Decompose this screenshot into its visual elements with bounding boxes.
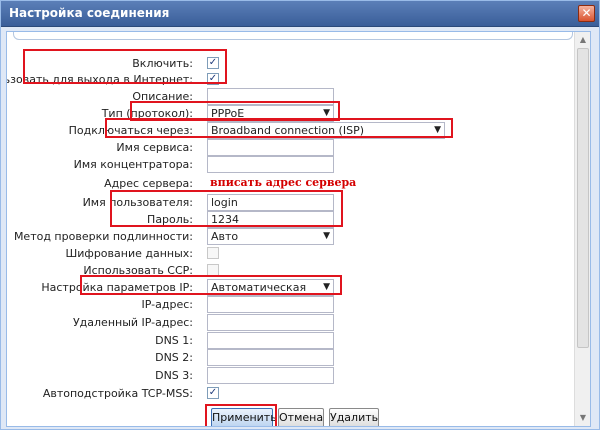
- close-icon[interactable]: ✕: [578, 5, 595, 22]
- tcpmss-checkbox[interactable]: ✓: [207, 387, 219, 399]
- auth-select[interactable]: Авто ▼: [207, 228, 334, 245]
- tcpmss-row: Автоподстройка TCP-MSS: ✓: [7, 385, 577, 403]
- ccp-label: Использовать CCP:: [83, 264, 193, 277]
- encryption-row: Шифрование данных:: [7, 245, 577, 263]
- auth-row: Метод проверки подлинности: Авто ▼: [7, 228, 577, 246]
- auth-label: Метод проверки подлинности:: [13, 230, 193, 243]
- dns3-label: DNS 3:: [155, 369, 193, 382]
- ip-row: IP-адрес:: [7, 296, 577, 314]
- internet-label: Использовать для выхода в Интернет:: [7, 73, 193, 86]
- chevron-down-icon[interactable]: ▼: [434, 124, 441, 137]
- ip-input[interactable]: [207, 296, 334, 313]
- connect-via-row: Подключаться через: Broadband connection…: [7, 122, 577, 140]
- description-row: Описание:: [7, 88, 577, 106]
- enable-checkbox[interactable]: ✓: [207, 57, 219, 69]
- connect-via-value: Broadband connection (ISP): [211, 124, 365, 137]
- dns1-row: DNS 1:: [7, 332, 577, 350]
- scroll-down-icon[interactable]: ▼: [577, 412, 589, 424]
- ip-label: IP-адрес:: [141, 298, 193, 311]
- encryption-checkbox[interactable]: [207, 247, 219, 259]
- form-panel: ▲ ▼ Включить: ✓ Использовать для выхода …: [6, 31, 591, 427]
- dns1-label: DNS 1:: [155, 334, 193, 347]
- service-label: Имя сервиса:: [116, 141, 193, 154]
- server-note: вписать адрес сервера: [210, 176, 357, 189]
- window-title: Настройка соединения: [9, 6, 170, 20]
- ip-settings-value: Автоматическая: [211, 281, 307, 294]
- concentrator-row: Имя концентратора:: [7, 156, 577, 174]
- chevron-down-icon[interactable]: ▼: [323, 281, 330, 294]
- protocol-row: Тип (протокол): PPPoE ▼: [7, 105, 577, 123]
- enable-label: Включить:: [132, 57, 193, 70]
- service-row: Имя сервиса:: [7, 139, 577, 157]
- remote-ip-label: Удаленный IP-адрес:: [72, 316, 193, 329]
- username-label: Имя пользователя:: [82, 196, 193, 209]
- protocol-value: PPPoE: [211, 107, 245, 120]
- remote-ip-row: Удаленный IP-адрес:: [7, 314, 577, 332]
- apply-button[interactable]: Применить: [211, 408, 277, 426]
- dns1-input[interactable]: [207, 332, 334, 349]
- ip-settings-label: Настройка параметров IP:: [41, 281, 193, 294]
- auth-value: Авто: [211, 230, 239, 243]
- encryption-label: Шифрование данных:: [65, 247, 194, 260]
- server-label: Адрес сервера:: [104, 177, 193, 190]
- scroll-thumb[interactable]: [577, 48, 589, 348]
- password-label: Пароль:: [147, 213, 193, 226]
- protocol-label: Тип (протокол):: [101, 107, 193, 120]
- concentrator-input[interactable]: [207, 156, 334, 173]
- concentrator-label: Имя концентратора:: [73, 158, 193, 171]
- ip-settings-select[interactable]: Автоматическая ▼: [207, 279, 334, 296]
- chevron-down-icon[interactable]: ▼: [323, 230, 330, 243]
- description-input[interactable]: [207, 88, 334, 105]
- dns2-label: DNS 2:: [155, 351, 193, 364]
- ccp-checkbox[interactable]: [207, 264, 219, 276]
- password-row: Пароль: 1234: [7, 211, 577, 229]
- username-row: Имя пользователя: login: [7, 194, 577, 212]
- remote-ip-input[interactable]: [207, 314, 334, 331]
- protocol-select[interactable]: PPPoE ▼: [207, 105, 334, 122]
- dns3-row: DNS 3:: [7, 367, 577, 385]
- dns2-input[interactable]: [207, 349, 334, 366]
- ccp-row: Использовать CCP:: [7, 262, 577, 280]
- cancel-button[interactable]: Отмена: [278, 408, 324, 426]
- panel-top-strip: [13, 32, 573, 40]
- dns2-row: DNS 2:: [7, 349, 577, 367]
- connection-settings-window: Настройка соединения ✕ ▲ ▼ Включить: ✓ И…: [0, 0, 600, 430]
- ip-settings-row: Настройка параметров IP: Автоматическая …: [7, 279, 577, 297]
- username-input[interactable]: login: [207, 194, 334, 211]
- button-row: Применить Отмена Удалить: [7, 408, 577, 426]
- internet-row: Использовать для выхода в Интернет: ✓: [7, 71, 577, 89]
- dns3-input[interactable]: [207, 367, 334, 384]
- description-label: Описание:: [132, 90, 193, 103]
- chevron-down-icon[interactable]: ▼: [323, 107, 330, 120]
- password-input[interactable]: 1234: [207, 211, 334, 228]
- service-input[interactable]: [207, 139, 334, 156]
- scroll-up-icon[interactable]: ▲: [577, 34, 589, 46]
- server-row: Адрес сервера: вписать адрес сервера: [7, 175, 577, 193]
- connect-via-select[interactable]: Broadband connection (ISP) ▼: [207, 122, 445, 139]
- tcpmss-label: Автоподстройка TCP-MSS:: [42, 387, 193, 400]
- window-titlebar[interactable]: Настройка соединения ✕: [1, 1, 599, 27]
- connect-via-label: Подключаться через:: [68, 124, 193, 137]
- delete-button[interactable]: Удалить: [329, 408, 379, 426]
- internet-checkbox[interactable]: ✓: [207, 73, 219, 85]
